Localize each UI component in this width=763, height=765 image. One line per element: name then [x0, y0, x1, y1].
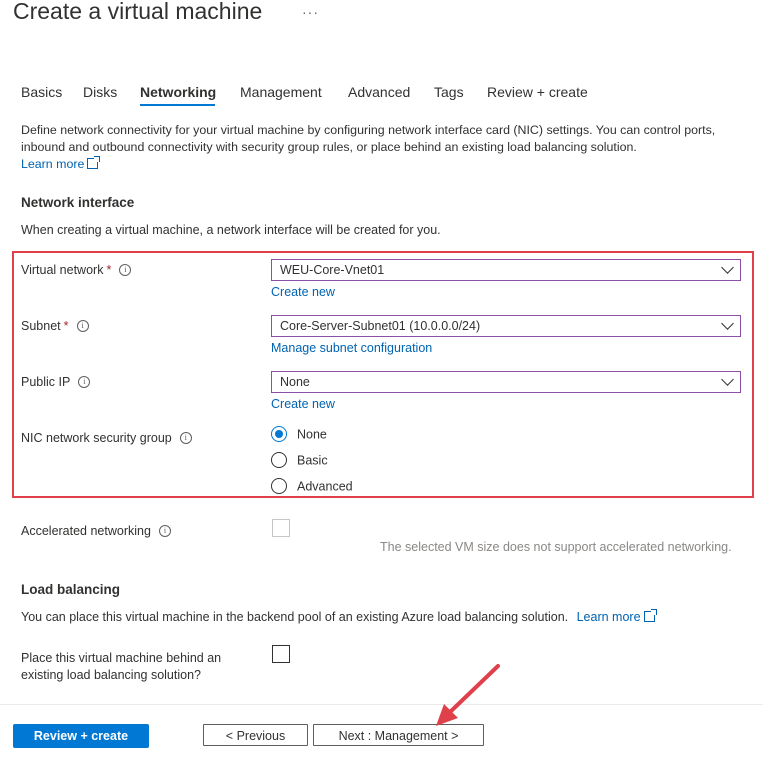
active-tab-indicator — [140, 104, 215, 106]
learn-more-link[interactable]: Learn more — [21, 157, 84, 171]
load-balancing-description-text: You can place this virtual machine in th… — [21, 610, 569, 624]
public-ip-label-text: Public IP — [21, 375, 71, 389]
accelerated-networking-label: Accelerated networking i — [21, 524, 171, 538]
nsg-option-label: None — [297, 427, 327, 442]
lb-option-line1: Place this virtual machine behind an — [21, 651, 222, 665]
virtual-network-dropdown[interactable]: WEU-Core-Vnet01 — [271, 259, 741, 281]
tab-basics[interactable]: Basics — [21, 84, 62, 100]
info-icon[interactable]: i — [119, 263, 132, 276]
accelerated-networking-note: The selected VM size does not support ac… — [380, 540, 732, 554]
chevron-down-icon — [721, 261, 734, 274]
load-balancer-checkbox[interactable] — [272, 645, 290, 663]
annotation-arrow-icon — [436, 664, 500, 726]
subnet-label-text: Subnet — [21, 319, 61, 333]
previous-button[interactable]: < Previous — [203, 724, 308, 746]
load-balancer-option-label: Place this virtual machine behind an exi… — [21, 650, 221, 684]
tab-management[interactable]: Management — [240, 84, 322, 100]
review-create-button[interactable]: Review + create — [13, 724, 149, 748]
required-marker: * — [63, 319, 69, 333]
footer-divider — [0, 704, 763, 705]
info-icon[interactable]: i — [78, 375, 91, 388]
tab-disks[interactable]: Disks — [83, 84, 117, 100]
accelerated-networking-label-text: Accelerated networking — [21, 524, 151, 538]
external-link-icon — [643, 609, 657, 622]
public-ip-dropdown[interactable]: None — [271, 371, 741, 393]
radio-icon — [271, 478, 287, 494]
nsg-radio-advanced[interactable]: Advanced — [271, 478, 353, 495]
tab-tags[interactable]: Tags — [434, 84, 464, 100]
external-link-icon — [87, 156, 101, 169]
info-icon[interactable]: i — [76, 319, 89, 332]
nsg-option-label: Basic — [297, 453, 328, 468]
public-ip-label: Public IP i — [21, 375, 91, 389]
intro-description: Define network connectivity for your vir… — [21, 122, 731, 173]
radio-selected-icon — [271, 426, 287, 442]
radio-icon — [271, 452, 287, 468]
network-interface-description: When creating a virtual machine, a netwo… — [21, 223, 441, 237]
info-icon[interactable]: i — [158, 524, 171, 537]
nsg-option-label: Advanced — [297, 479, 353, 494]
chevron-down-icon — [721, 317, 734, 330]
nic-nsg-label-text: NIC network security group — [21, 431, 172, 445]
virtual-network-value: WEU-Core-Vnet01 — [280, 263, 385, 277]
required-marker: * — [106, 263, 112, 277]
more-options-icon[interactable]: ··· — [302, 4, 319, 20]
virtual-network-label-text: Virtual network — [21, 263, 104, 277]
subnet-label: Subnet * i — [21, 319, 89, 333]
load-balancing-description: You can place this virtual machine in th… — [21, 609, 657, 624]
create-new-public-ip-link[interactable]: Create new — [271, 397, 335, 411]
load-balancing-heading: Load balancing — [21, 582, 121, 597]
tab-advanced[interactable]: Advanced — [348, 84, 410, 100]
manage-subnet-link[interactable]: Manage subnet configuration — [271, 341, 432, 355]
nsg-radio-basic[interactable]: Basic — [271, 452, 328, 469]
nic-nsg-label: NIC network security group i — [21, 431, 192, 445]
public-ip-value: None — [280, 375, 310, 389]
lb-option-line2: existing load balancing solution? — [21, 668, 201, 682]
tab-review-create[interactable]: Review + create — [487, 84, 588, 100]
virtual-network-label: Virtual network * i — [21, 263, 132, 277]
subnet-dropdown[interactable]: Core-Server-Subnet01 (10.0.0.0/24) — [271, 315, 741, 337]
intro-text: Define network connectivity for your vir… — [21, 123, 716, 154]
page-title: Create a virtual machine — [13, 0, 263, 24]
info-icon[interactable]: i — [179, 431, 192, 444]
tab-networking[interactable]: Networking — [140, 84, 216, 100]
nsg-radio-none[interactable]: None — [271, 426, 327, 443]
network-interface-heading: Network interface — [21, 195, 135, 210]
create-new-vnet-link[interactable]: Create new — [271, 285, 335, 299]
subnet-value: Core-Server-Subnet01 (10.0.0.0/24) — [280, 319, 481, 333]
learn-more-lb-link[interactable]: Learn more — [577, 610, 641, 624]
accelerated-networking-checkbox[interactable] — [272, 519, 290, 537]
chevron-down-icon — [721, 373, 734, 386]
